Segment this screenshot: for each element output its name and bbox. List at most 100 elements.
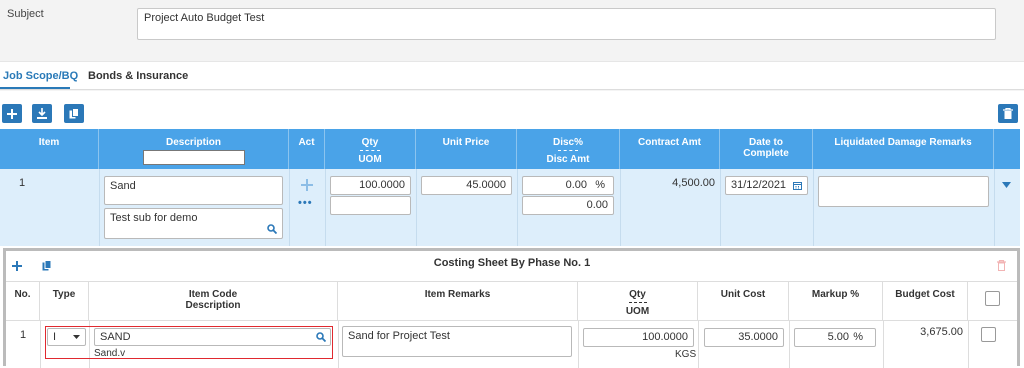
markup-value: 5.00: [827, 331, 849, 343]
budget-cost-value: 3,675.00: [920, 326, 963, 338]
header-unit-cost-label: Unit Cost: [720, 289, 766, 300]
header-costing-uom-label: UOM: [625, 306, 650, 317]
contract-amt-value: 4,500.00: [672, 177, 715, 189]
header-item-label: Item: [38, 137, 60, 148]
description-filter-input[interactable]: [142, 150, 245, 165]
copy-button[interactable]: [64, 104, 84, 123]
column-divider: [578, 321, 579, 368]
search-icon[interactable]: [316, 332, 326, 342]
header-disc-amt-label: Disc Amt: [546, 154, 590, 165]
unit-cost-input[interactable]: 35.0000: [704, 328, 784, 347]
description-input[interactable]: Sand: [104, 176, 283, 205]
plus-icon: [7, 108, 17, 119]
header-budget-cost-label: Budget Cost: [895, 289, 955, 300]
disc-amt-input[interactable]: 0.00: [522, 196, 614, 215]
header-act: Act: [289, 129, 325, 169]
subject-label: Subject: [7, 8, 44, 20]
costing-row-number: 1: [20, 329, 27, 341]
header-costing-qty-label: Qty: [629, 289, 646, 300]
tab-bonds-insurance[interactable]: Bonds & Insurance: [88, 70, 188, 82]
header-description-label: Description: [165, 137, 221, 148]
header-item: Item: [0, 129, 99, 169]
download-icon: [37, 108, 47, 119]
header-item-remarks-label: Item Remarks: [424, 289, 491, 300]
header-costing-qty: Qty UOM: [578, 281, 698, 321]
item-remarks-input[interactable]: Sand for Project Test: [342, 326, 572, 357]
download-button[interactable]: [32, 104, 52, 123]
item-code-input[interactable]: SAND: [94, 328, 331, 346]
header-act-label: Act: [298, 137, 315, 148]
add-item-button[interactable]: [2, 104, 22, 123]
header-item-code: Item Code Description: [89, 281, 338, 321]
column-divider: [994, 169, 995, 246]
header-unit-cost: Unit Cost: [698, 281, 789, 321]
header-unit-price: Unit Price: [416, 129, 517, 169]
header-contract-amt: Contract Amt: [620, 129, 720, 169]
more-actions-icon[interactable]: •••: [298, 197, 313, 209]
subject-input[interactable]: Project Auto Budget Test: [137, 8, 996, 40]
header-qty: Qty UOM: [325, 129, 416, 169]
row-checkbox[interactable]: [981, 327, 996, 342]
column-divider: [325, 169, 326, 246]
header-date-to-complete: Date to Complete: [720, 129, 813, 169]
header-actions: [994, 129, 1020, 169]
type-select[interactable]: I: [47, 328, 86, 346]
qty-input[interactable]: 100.0000: [330, 176, 411, 195]
chevron-down-icon: [73, 335, 80, 339]
disc-pct-input[interactable]: 0.00 %: [522, 176, 614, 195]
sub-description-text: Test sub for demo: [110, 212, 198, 224]
header-disc-pct-label: Disc%: [552, 137, 583, 148]
column-divider: [338, 321, 339, 368]
column-divider: [517, 169, 518, 246]
ld-remarks-input[interactable]: [818, 176, 989, 207]
header-budget-cost: Budget Cost: [883, 281, 968, 321]
header-disc: Disc% Disc Amt: [517, 129, 620, 169]
header-contract-amt-label: Contract Amt: [638, 137, 701, 148]
column-divider: [698, 321, 699, 368]
header-qty-label: Qty: [361, 137, 379, 148]
sub-description-input[interactable]: Test sub for demo: [104, 208, 283, 239]
header-separator: [558, 150, 578, 151]
markup-input[interactable]: 5.00 %: [794, 328, 876, 347]
header-no-label: No.: [14, 289, 31, 300]
date-input[interactable]: 31/12/2021: [725, 176, 808, 195]
select-all-checkbox[interactable]: [985, 291, 1000, 306]
header-no: No.: [6, 281, 40, 321]
header-uom-label: UOM: [358, 154, 382, 165]
header-ld-remarks: Liquidated Damage Remarks: [813, 129, 994, 169]
trash-icon[interactable]: [997, 260, 1006, 271]
costing-qty-input[interactable]: 100.0000: [583, 328, 694, 347]
header-separator: [628, 302, 647, 303]
header-item-code-label: Item Code: [188, 289, 238, 300]
header-date-label-line2: Complete: [743, 148, 789, 159]
calendar-icon[interactable]: [793, 181, 802, 190]
header-unit-price-label: Unit Price: [442, 137, 490, 148]
column-divider: [99, 169, 100, 246]
header-type-label: Type: [52, 289, 76, 300]
copy-icon: [69, 108, 79, 119]
header-markup-label: Markup %: [811, 289, 860, 300]
tab-job-scope[interactable]: Job Scope/BQ: [3, 70, 78, 82]
header-item-remarks: Item Remarks: [338, 281, 578, 321]
percent-symbol: %: [853, 331, 863, 343]
trash-icon: [1003, 108, 1013, 119]
expand-chevron-icon[interactable]: [1002, 182, 1011, 188]
header-markup: Markup %: [789, 281, 883, 321]
header-description: Description: [99, 129, 289, 169]
percent-symbol: %: [595, 179, 605, 191]
column-divider: [789, 321, 790, 368]
item-description: Sand.v: [94, 348, 126, 359]
costing-sheet-title: Costing Sheet By Phase No. 1: [433, 257, 591, 269]
costing-uom: KGS: [675, 349, 697, 360]
add-subitem-icon[interactable]: [301, 179, 313, 191]
delete-button[interactable]: [998, 104, 1018, 123]
column-divider: [813, 169, 814, 246]
column-divider: [720, 169, 721, 246]
unit-price-input[interactable]: 45.0000: [421, 176, 512, 195]
column-divider: [40, 321, 41, 368]
header-item-description-label: Description: [185, 300, 241, 311]
header-ld-remarks-label: Liquidated Damage Remarks: [834, 137, 972, 148]
header-date-label-line1: Date to: [749, 137, 783, 148]
uom-input[interactable]: [330, 196, 411, 215]
search-icon[interactable]: [267, 224, 277, 234]
